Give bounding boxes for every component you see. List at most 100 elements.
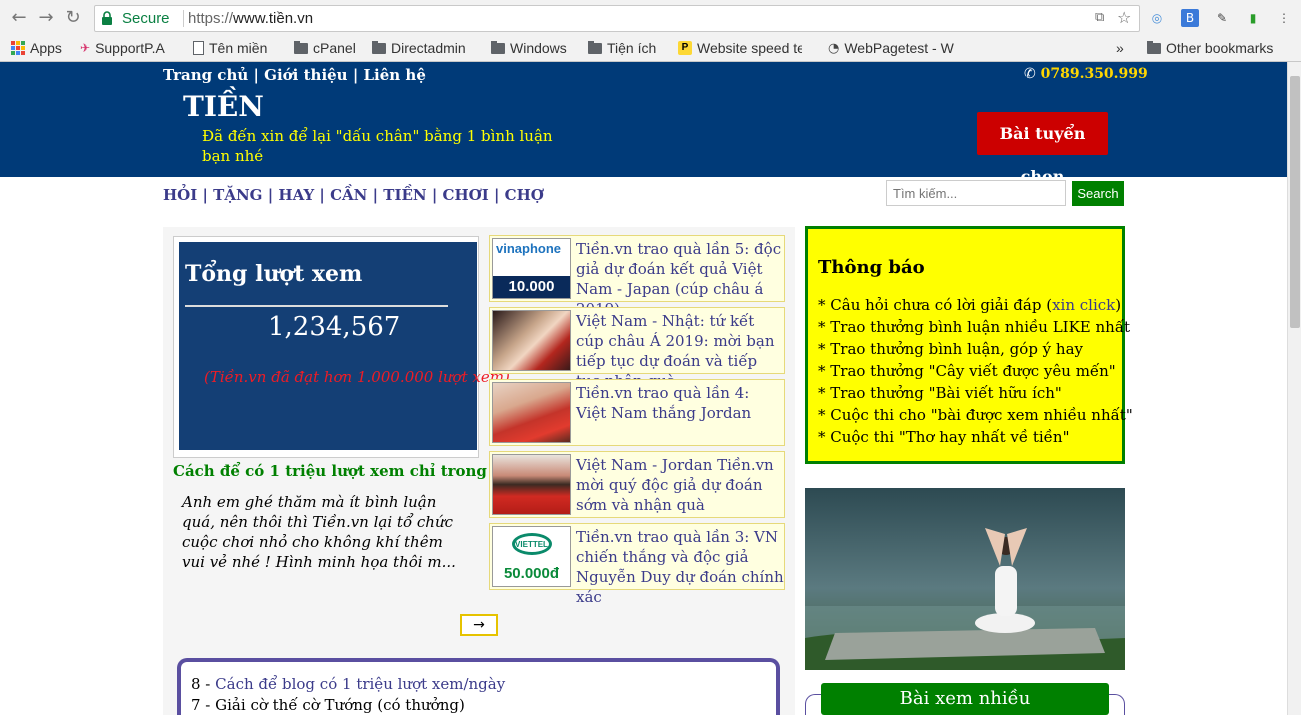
- web-page: Trang chủ | Giới thiệu | Liên hệ ✆ 0789.…: [0, 62, 1287, 715]
- notice-box: Thông báo * Câu hỏi chưa có lời giải đáp…: [805, 226, 1133, 464]
- cat-tien[interactable]: TIỀN: [383, 186, 426, 204]
- recent-post-item: 8 - Cách để blog có 1 triệu lượt xem/ngà…: [191, 674, 766, 695]
- notice-item-text: ): [1115, 296, 1122, 314]
- post-item[interactable]: Tiền.vn trao quà lần 4: Việt Nam thắng J…: [489, 379, 785, 446]
- post-title[interactable]: Tiền.vn trao quà lần 4: Việt Nam thắng J…: [576, 383, 784, 423]
- post-item[interactable]: Việt Nam - Nhật: tứ kết cúp châu Á 2019:…: [489, 307, 785, 390]
- next-page-button[interactable]: →: [460, 614, 498, 636]
- notice-item[interactable]: * Trao thưởng bình luận nhiều LIKE nhất: [818, 316, 1130, 338]
- recent-post-link[interactable]: Giải cờ thế cờ Tướng (có thưởng): [215, 696, 465, 714]
- lock-icon: [102, 11, 112, 25]
- bookmark-label: Directadmin: [391, 40, 466, 56]
- reload-icon[interactable]: ↻: [63, 8, 83, 28]
- post-item[interactable]: VIETTEL 50.000đ Tiền.vn trao quà lần 3: …: [489, 523, 785, 606]
- popular-posts-button[interactable]: Bài xem nhiều: [821, 683, 1109, 715]
- address-bar[interactable]: Secure https://www.tiền.vn ⧉ ☆: [94, 5, 1140, 32]
- hero-image-count: 1,234,567: [268, 312, 401, 342]
- notice-title: Thông báo: [818, 257, 925, 278]
- featured-posts-button[interactable]: Bài tuyển chọn: [977, 112, 1108, 186]
- site-tagline: Đã đến xin để lại "dấu chân" bằng 1 bình…: [202, 127, 553, 165]
- cat-cho[interactable]: CHỢ: [505, 186, 544, 204]
- post-title[interactable]: Việt Nam - Jordan Tiền.vn mời quý độc gi…: [576, 455, 784, 515]
- back-icon[interactable]: ←: [9, 8, 29, 28]
- site-title[interactable]: TIỀN: [183, 90, 264, 123]
- notice-item[interactable]: * Cuộc thi "Thơ hay nhất về tiền": [818, 426, 1112, 448]
- forward-icon[interactable]: →: [36, 8, 56, 28]
- bookmark-label: Website speed te: [697, 40, 802, 56]
- bookmark-other[interactable]: Other bookmarks: [1147, 40, 1273, 56]
- bookmark-tien-ich[interactable]: Tiện ích: [588, 40, 656, 56]
- search-button[interactable]: Search: [1072, 181, 1124, 206]
- bookmark-webpagetest[interactable]: ◔ WebPagetest - W: [828, 40, 960, 56]
- extension-eyedropper-icon[interactable]: ✎: [1213, 9, 1231, 27]
- post-title[interactable]: Tiền.vn trao quà lần 3: VN chiến thắng v…: [576, 527, 784, 607]
- recent-post-item: 7 - Giải cờ thế cờ Tướng (có thưởng): [191, 695, 766, 715]
- nav-about[interactable]: Giới thiệu: [264, 66, 347, 84]
- notice-item[interactable]: * Trao thưởng "Cây viết được yêu mến": [818, 360, 1116, 382]
- site-header: Trang chủ | Giới thiệu | Liên hệ ✆ 0789.…: [0, 62, 1287, 186]
- cat-hoi[interactable]: HỎI: [163, 186, 197, 204]
- cat-can[interactable]: CẦN: [330, 186, 367, 204]
- phone-icon: ✆: [1024, 66, 1036, 82]
- phone-number[interactable]: ✆ 0789.350.999: [1024, 66, 1148, 82]
- post-item[interactable]: vinaphone 10.000 Tiền.vn trao quà lần 5:…: [489, 235, 785, 318]
- extension-translate-icon[interactable]: ◎: [1148, 9, 1166, 27]
- notice-item[interactable]: * Cuộc thi cho "bài được xem nhiều nhất": [818, 404, 1133, 426]
- url-text[interactable]: https://www.tiền.vn: [188, 10, 313, 27]
- browser-menu-icon[interactable]: ⋮: [1275, 9, 1293, 27]
- notice-item[interactable]: * Câu hỏi chưa có lời giải đáp (xin clic…: [818, 294, 1121, 316]
- speedometer-icon: ◔: [828, 40, 840, 56]
- post-thumbnail[interactable]: [492, 310, 571, 371]
- folder-icon: [491, 40, 505, 54]
- phone-text: 0789.350.999: [1040, 66, 1148, 82]
- bookmark-ten-mien[interactable]: Tên miền: [193, 40, 267, 56]
- category-nav: HỎI | TẶNG | HAY | CẦN | TIỀN | CHƠI | C…: [163, 186, 544, 204]
- post-thumbnail[interactable]: [492, 382, 571, 443]
- recent-post-number: 8 -: [191, 675, 216, 693]
- secure-label: Secure: [122, 10, 170, 27]
- bookmark-windows[interactable]: Windows: [491, 40, 567, 56]
- card-value: 50.000đ: [503, 565, 560, 582]
- url-scheme: https://: [188, 10, 234, 27]
- browser-toolbar: ← → ↻ Secure https://www.tiền.vn ⧉ ☆ ◎ B…: [0, 0, 1301, 36]
- bookmarks-overflow[interactable]: »: [1116, 40, 1124, 56]
- page-scrollbar[interactable]: [1287, 62, 1301, 715]
- post-thumbnail[interactable]: VIETTEL 50.000đ: [492, 526, 571, 587]
- post-item[interactable]: Việt Nam - Jordan Tiền.vn mời quý độc gi…: [489, 451, 785, 518]
- post-thumbnail[interactable]: vinaphone 10.000: [492, 238, 571, 299]
- sidebar-yoga-image[interactable]: [805, 488, 1125, 670]
- notice-item-link[interactable]: xin click: [1052, 296, 1115, 314]
- search-input[interactable]: [886, 180, 1066, 206]
- bookmark-label: Tiện ích: [607, 40, 657, 56]
- bookmark-supportpa[interactable]: ✈ SupportP.A: [80, 40, 165, 56]
- nav-contact[interactable]: Liên hệ: [364, 66, 426, 84]
- bookmark-directadmin[interactable]: Directadmin: [372, 40, 466, 56]
- notice-item[interactable]: * Trao thưởng "Bài viết hữu ích": [818, 382, 1112, 404]
- bookmark-label: Windows: [510, 40, 567, 56]
- yoga-illustration: [805, 488, 1125, 670]
- translate-icon[interactable]: ⧉: [1095, 10, 1104, 25]
- folder-icon: [294, 40, 308, 54]
- bookmark-label: Tên miền: [209, 40, 268, 56]
- bookmark-website-speed[interactable]: P Website speed te: [678, 40, 802, 56]
- nav-home[interactable]: Trang chủ: [163, 66, 248, 84]
- hero-post-excerpt: Anh em ghé thăm mà ít bình luận quá, nên…: [182, 493, 456, 571]
- extension-stats-icon[interactable]: ▮: [1244, 9, 1262, 27]
- post-thumbnail[interactable]: [492, 454, 571, 515]
- cat-hay[interactable]: HAY: [278, 186, 314, 204]
- bookmark-cpanel[interactable]: cPanel: [294, 40, 356, 56]
- bookmark-apps[interactable]: Apps: [11, 40, 62, 56]
- notice-item[interactable]: * Trao thưởng bình luận, góp ý hay: [818, 338, 1112, 360]
- cat-choi[interactable]: CHƠI: [443, 186, 489, 204]
- extension-save-icon[interactable]: B: [1181, 9, 1199, 27]
- notice-item-text: * Câu hỏi chưa có lời giải đáp (: [818, 296, 1053, 314]
- folder-icon: [588, 40, 602, 54]
- hero-image-divider: [185, 305, 448, 307]
- recent-post-link[interactable]: Cách để blog có 1 triệu lượt xem/ngày: [215, 675, 505, 693]
- scrollbar-thumb[interactable]: [1290, 76, 1300, 328]
- supportpa-icon: ✈: [80, 41, 91, 55]
- bookmark-label: Other bookmarks: [1166, 40, 1274, 56]
- bookmark-star-icon[interactable]: ☆: [1117, 8, 1131, 27]
- cat-tang[interactable]: TẶNG: [213, 186, 262, 204]
- recent-posts-box: 8 - Cách để blog có 1 triệu lượt xem/ngà…: [177, 658, 780, 715]
